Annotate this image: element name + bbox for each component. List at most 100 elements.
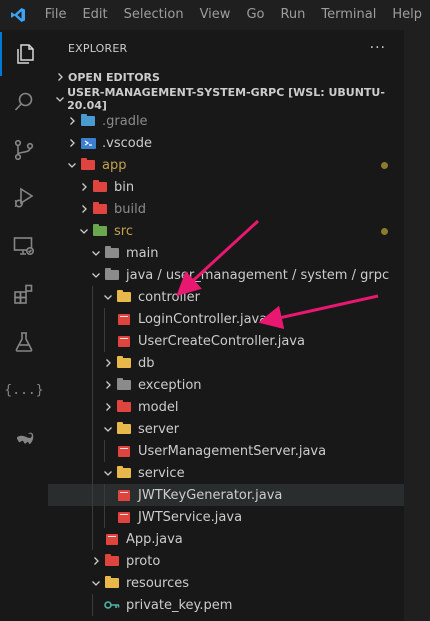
app-java-file[interactable]: App.java [48, 528, 404, 550]
jwt-service-file[interactable]: JWTService.java [48, 506, 404, 528]
login-controller-file-label: LoginController.java [138, 311, 268, 327]
menu-selection[interactable]: Selection [116, 0, 192, 30]
indent-guide [92, 352, 93, 374]
indent-guide [92, 528, 93, 550]
chevron-right-icon [64, 135, 80, 151]
app-folder[interactable]: app [48, 154, 404, 176]
explorer-files-icon[interactable] [0, 32, 48, 76]
run-debug-icon[interactable] [0, 176, 48, 220]
folder-icon [104, 245, 120, 261]
menu-run[interactable]: Run [272, 0, 313, 30]
private-key-file[interactable]: private_key.pem [48, 594, 404, 616]
app-java-file-label: App.java [126, 531, 183, 547]
indent-guide [104, 506, 105, 528]
indent-guide [92, 594, 93, 616]
key-icon [104, 597, 120, 613]
chevron-down-icon [76, 223, 92, 239]
controller-folder-label: controller [138, 289, 201, 305]
db-folder[interactable]: db [48, 352, 404, 374]
explorer-sidebar: EXPLORER ··· OPEN EDITORS USER-MANAGEMEN… [48, 30, 404, 621]
java-file-icon [116, 487, 132, 503]
open-editors-section[interactable]: OPEN EDITORS [48, 66, 404, 88]
chevron-down-icon [88, 245, 104, 261]
chevron-right-icon [88, 553, 104, 569]
explorer-header: EXPLORER ··· [48, 30, 404, 66]
folder-icon [92, 179, 108, 195]
editor-area-edge [404, 30, 430, 621]
folder-icon [104, 575, 120, 591]
resources-folder[interactable]: resources [48, 572, 404, 594]
indent-guide [92, 396, 93, 418]
chevron-down-icon [100, 421, 116, 437]
user-create-controller-file[interactable]: UserCreateController.java [48, 330, 404, 352]
java-package-folder-label: java / user_management / system / grpc [126, 267, 390, 283]
indent-guide [92, 330, 93, 352]
menu-help[interactable]: Help [384, 0, 430, 30]
user-management-server-file-label: UserManagementServer.java [138, 443, 327, 459]
gradle-folder[interactable]: .gradle [48, 110, 404, 132]
json-braces-icon[interactable]: {...} [0, 368, 48, 412]
java-file-icon [104, 531, 120, 547]
vscode-folder[interactable]: .vscode [48, 132, 404, 154]
user-management-server-file[interactable]: UserManagementServer.java [48, 440, 404, 462]
proto-folder[interactable]: proto [48, 550, 404, 572]
java-package-folder[interactable]: java / user_management / system / grpc [48, 264, 404, 286]
folder-icon [80, 157, 96, 173]
search-icon[interactable] [0, 80, 48, 124]
private-key-file-label: private_key.pem [126, 597, 233, 613]
app-folder-label: app [102, 157, 127, 173]
open-editors-label: OPEN EDITORS [68, 70, 160, 84]
build-folder-label: build [114, 201, 146, 217]
indent-guide [92, 374, 93, 396]
chevron-right-icon [100, 355, 116, 371]
indent-guide [104, 308, 105, 330]
folder-icon [92, 201, 108, 217]
menu-file[interactable]: File [37, 0, 75, 30]
source-control-icon[interactable] [0, 128, 48, 172]
jwt-key-generator-file[interactable]: JWTKeyGenerator.java [48, 484, 404, 506]
chevron-down-icon [88, 267, 104, 283]
folder-icon [104, 267, 120, 283]
main-folder[interactable]: main [48, 242, 404, 264]
indent-guide [92, 286, 93, 308]
menu-edit[interactable]: Edit [74, 0, 115, 30]
controller-folder[interactable]: controller [48, 286, 404, 308]
src-folder[interactable]: src [48, 220, 404, 242]
folder-icon [116, 377, 132, 393]
chevron-right-icon [64, 113, 80, 129]
modified-dot-icon [381, 162, 388, 169]
extensions-icon[interactable] [0, 272, 48, 316]
bin-folder[interactable]: bin [48, 176, 404, 198]
menu-go[interactable]: Go [238, 0, 272, 30]
folder-icon [116, 289, 132, 305]
model-folder[interactable]: model [48, 396, 404, 418]
jwt-service-file-label: JWTService.java [138, 509, 243, 525]
server-folder[interactable]: server [48, 418, 404, 440]
folder-icon [104, 553, 120, 569]
java-file-icon [116, 311, 132, 327]
chevron-right-icon [52, 69, 68, 85]
java-file-icon [116, 333, 132, 349]
user-create-controller-file-label: UserCreateController.java [138, 333, 305, 349]
java-file-icon [116, 509, 132, 525]
remote-explorer-icon[interactable] [0, 224, 48, 268]
more-actions-icon[interactable]: ··· [370, 40, 386, 56]
menu-terminal[interactable]: Terminal [313, 0, 384, 30]
service-folder[interactable]: service [48, 462, 404, 484]
indent-guide [104, 484, 105, 506]
login-controller-file[interactable]: LoginController.java [48, 308, 404, 330]
main-folder-label: main [126, 245, 159, 261]
exception-folder[interactable]: exception [48, 374, 404, 396]
project-section[interactable]: USER-MANAGEMENT-SYSTEM-GRPC [WSL: UBUNTU… [48, 86, 404, 112]
modified-dot-icon [381, 228, 388, 235]
vscode-logo-icon [0, 0, 37, 30]
testing-flask-icon[interactable] [0, 320, 48, 364]
folder-icon [92, 223, 108, 239]
title-bar: File Edit Selection View Go Run Terminal… [0, 0, 430, 30]
gradle-elephant-icon[interactable] [0, 416, 48, 460]
build-folder[interactable]: build [48, 198, 404, 220]
file-tree: .gradle .vscode app bin build src main java / u… [48, 110, 404, 616]
menu-view[interactable]: View [192, 0, 239, 30]
chevron-down-icon [52, 91, 67, 107]
proto-folder-label: proto [126, 553, 161, 569]
